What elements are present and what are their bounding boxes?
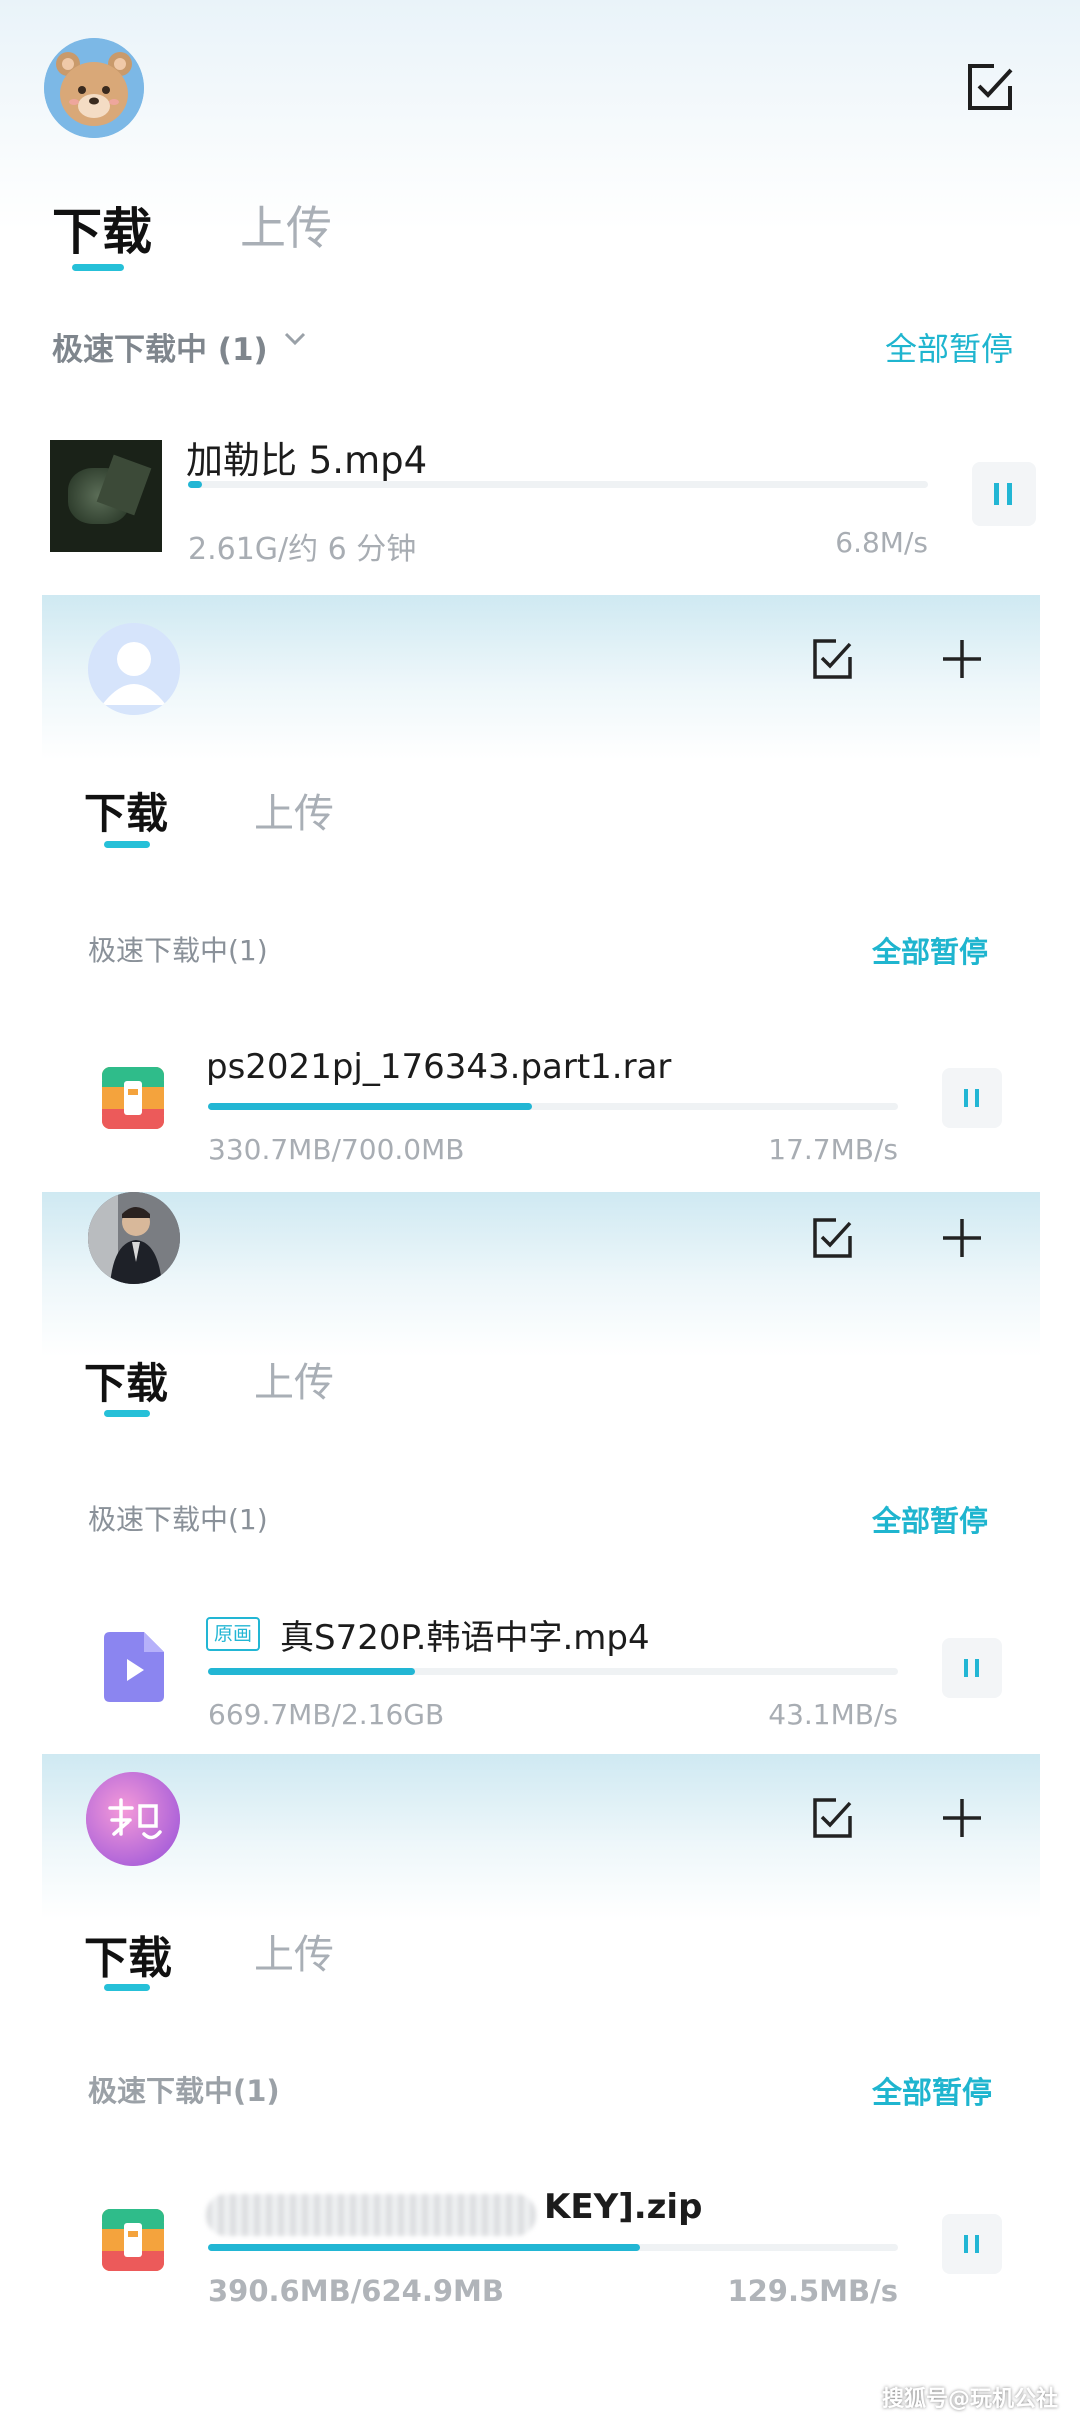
progress-bar <box>188 481 928 488</box>
pause-all-button[interactable]: 全部暂停 <box>885 324 1013 370</box>
panel-download-list-1: 下载 上传 极速下载中 (1) 全部暂停 加勒比 5.mp4 2.61G/约 6… <box>0 0 1080 595</box>
tab-download-underline <box>104 1984 150 1991</box>
tab-download-underline <box>104 1410 150 1417</box>
tab-download-underline <box>72 264 124 271</box>
avatar[interactable] <box>88 1192 180 1284</box>
panel-download-list-2: 下载 上传 极速下载中(1) 全部暂停 ps2021pj_176343.part… <box>42 595 1040 1192</box>
default-avatar-icon <box>88 623 180 715</box>
add-icon[interactable] <box>938 635 986 683</box>
redacted-filename-blur <box>206 2194 536 2236</box>
tab-upload[interactable]: 上传 <box>254 1922 334 1980</box>
pink-logo-avatar-icon <box>86 1772 180 1866</box>
file-size-progress: 390.6MB/624.9MB <box>208 2274 504 2308</box>
user-photo-avatar-icon <box>88 1192 180 1284</box>
file-name[interactable]: 加勒比 5.mp4 <box>186 430 427 484</box>
progress-bar <box>208 2244 898 2251</box>
download-speed: 6.8M/s <box>835 526 928 559</box>
section-title-downloading[interactable]: 极速下载中(1) <box>88 2068 280 2110</box>
download-speed: 43.1MB/s <box>768 1698 898 1731</box>
tab-download[interactable]: 下载 <box>84 780 168 841</box>
bear-avatar-icon <box>44 38 144 138</box>
pause-icon <box>964 1089 979 1107</box>
section-title-downloading[interactable]: 极速下载中(1) <box>88 1498 268 1538</box>
file-size-progress: 669.7MB/2.16GB <box>208 1698 445 1731</box>
avatar[interactable] <box>44 38 144 138</box>
download-speed: 17.7MB/s <box>768 1133 898 1166</box>
progress-fill <box>208 1668 415 1675</box>
pause-button[interactable] <box>942 1068 1002 1128</box>
panel-download-list-3: 下载 上传 极速下载中(1) 全部暂停 原画 真S720P.韩语中字.mp4 6… <box>42 1192 1040 1754</box>
multi-select-icon[interactable] <box>808 635 856 683</box>
tab-download[interactable]: 下载 <box>84 1922 172 1986</box>
pause-icon <box>964 2235 979 2253</box>
multi-select-icon[interactable] <box>808 1214 856 1262</box>
tab-upload[interactable]: 上传 <box>254 1350 334 1408</box>
progress-bar <box>208 1668 898 1675</box>
avatar[interactable] <box>88 623 180 715</box>
progress-bar <box>208 1103 898 1110</box>
multi-select-icon[interactable] <box>962 60 1018 116</box>
pause-button[interactable] <box>972 462 1036 526</box>
add-icon[interactable] <box>938 1794 986 1842</box>
progress-fill <box>208 2244 640 2251</box>
file-size-eta: 2.61G/约 6 分钟 <box>188 532 417 567</box>
progress-fill <box>188 481 202 488</box>
file-name[interactable]: KEY].zip <box>544 2187 702 2227</box>
pause-icon <box>994 483 1012 505</box>
file-name[interactable]: ps2021pj_176343.part1.rar <box>206 1047 671 1087</box>
file-name[interactable]: 真S720P.韩语中字.mp4 <box>280 1610 650 1659</box>
tab-upload[interactable]: 上传 <box>240 192 332 258</box>
pause-all-button[interactable]: 全部暂停 <box>872 929 988 971</box>
file-size-progress: 330.7MB/700.0MB <box>208 1133 465 1166</box>
video-thumbnail <box>50 440 162 552</box>
multi-select-icon[interactable] <box>808 1794 856 1842</box>
panel-download-list-4: 下载 上传 极速下载中(1) 全部暂停 KEY].zip 390.6MB/624… <box>42 1754 1040 2354</box>
chevron-down-icon[interactable] <box>282 326 308 356</box>
section-title-downloading[interactable]: 极速下载中 (1) <box>52 324 268 369</box>
progress-fill <box>208 1103 532 1110</box>
pause-button[interactable] <box>942 1638 1002 1698</box>
avatar[interactable] <box>86 1772 180 1866</box>
watermark: 搜狐号@玩机公社 <box>881 2387 1058 2412</box>
video-file-icon <box>104 1632 164 1702</box>
section-title-downloading[interactable]: 极速下载中(1) <box>88 929 268 969</box>
pause-all-button[interactable]: 全部暂停 <box>872 2068 992 2112</box>
archive-icon <box>102 1067 164 1129</box>
tab-upload[interactable]: 上传 <box>254 781 334 839</box>
tab-download-underline <box>104 841 150 848</box>
original-quality-badge: 原画 <box>206 1617 261 1651</box>
pause-icon <box>964 1659 979 1677</box>
tab-download[interactable]: 下载 <box>84 1350 168 1411</box>
pause-button[interactable] <box>942 2214 1002 2274</box>
download-speed: 129.5MB/s <box>727 2274 898 2308</box>
tab-download[interactable]: 下载 <box>52 192 152 264</box>
pause-all-button[interactable]: 全部暂停 <box>872 1498 988 1540</box>
archive-icon <box>102 2209 164 2271</box>
add-icon[interactable] <box>938 1214 986 1262</box>
